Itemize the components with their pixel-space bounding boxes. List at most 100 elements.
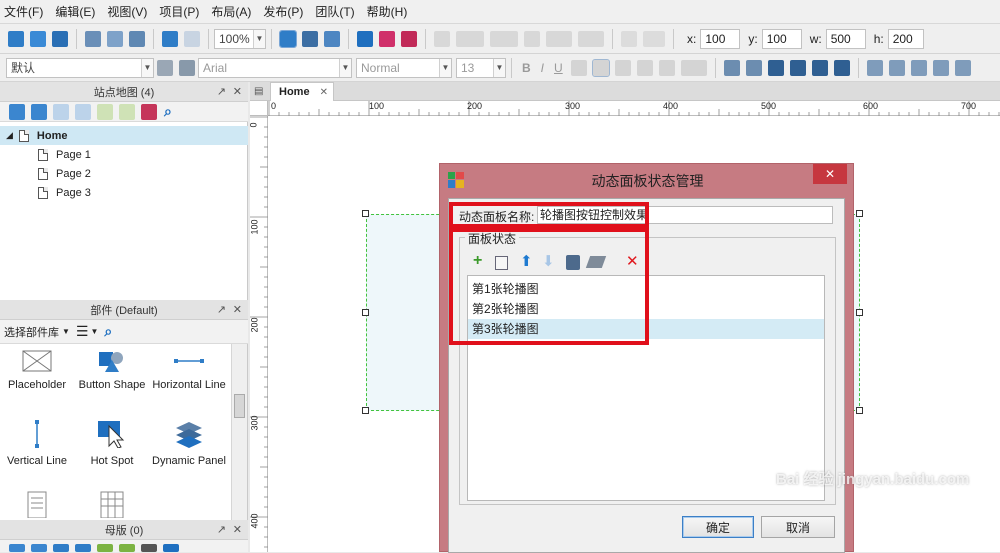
paste-icon[interactable] [129,30,145,47]
align-left-icon[interactable] [570,59,587,76]
align-middle-icon[interactable] [643,30,665,47]
outdent-icon[interactable] [119,103,135,120]
line-pattern-icon[interactable] [490,30,518,47]
align-top-icon[interactable] [621,30,637,47]
resize-handle[interactable] [362,210,369,217]
search-icon[interactable]: ⌕ [164,103,172,120]
scrollbar-thumb[interactable] [234,394,245,418]
contained-select-icon[interactable] [302,30,318,47]
shadow-icon[interactable] [578,30,604,47]
menu-view[interactable]: 视图(V) [107,3,147,20]
open-file-icon[interactable] [30,30,46,47]
bring-forward-icon[interactable] [789,59,806,76]
search-icon[interactable] [163,544,179,552]
widget-more-1[interactable] [0,490,74,521]
group-icon[interactable] [723,59,740,76]
width-input[interactable]: 500 [825,28,866,49]
pin-icon[interactable]: ↗ [217,85,226,98]
page-list-icon[interactable]: ▤ [254,86,263,97]
connector-icon[interactable] [324,30,340,47]
italic-icon[interactable]: I [541,61,544,75]
share-icon[interactable] [379,30,395,47]
pin-icon[interactable]: ↗ [217,523,226,536]
format-painter-icon[interactable] [157,59,173,76]
align-objects-right-icon[interactable] [910,59,927,76]
publish-icon[interactable] [401,30,417,47]
add-folder-icon[interactable] [31,103,47,120]
widget-scrollbar[interactable] [231,344,247,520]
widget-hot-spot[interactable]: Hot Spot [75,420,149,467]
align-center-icon[interactable] [591,58,610,77]
zoom-select[interactable]: 100% ▼ [214,28,266,49]
distribute-icon[interactable] [954,59,971,76]
resize-handle[interactable] [856,210,863,217]
resize-handle[interactable] [362,309,369,316]
widget-dynamic-panel[interactable]: Dynamic Panel [152,420,226,467]
menu-help[interactable]: 帮助(H) [367,3,408,20]
cancel-button[interactable]: 取消 [761,516,835,538]
ungroup-icon[interactable] [745,59,762,76]
ok-button[interactable]: 确定 [682,516,754,538]
sitemap-item-page-1[interactable]: Page 1 [38,145,91,164]
align-right-icon[interactable] [614,59,631,76]
save-icon[interactable] [52,30,68,47]
height-input[interactable]: 200 [887,28,924,49]
fill-color-icon[interactable] [434,30,450,47]
menu-icon[interactable]: ☰ [76,323,89,340]
style-manager-icon[interactable] [179,59,195,76]
select-pointer-icon[interactable] [279,29,297,48]
cut-icon[interactable] [85,30,101,47]
font-weight-select[interactable]: Normal ▼ [356,57,452,78]
paint-bucket-icon[interactable] [546,30,572,47]
move-up-icon[interactable] [53,544,69,552]
resize-handle[interactable] [856,407,863,414]
font-color-icon[interactable] [680,59,707,76]
strikethrough-icon[interactable] [636,59,653,76]
tab-home[interactable]: Home ✕ [270,82,334,101]
menu-layout[interactable]: 布局(A) [211,3,251,20]
align-objects-top-icon[interactable] [932,59,949,76]
resize-handle[interactable] [362,407,369,414]
align-objects-left-icon[interactable] [866,59,883,76]
align-objects-center-icon[interactable] [888,59,905,76]
copy-icon[interactable] [107,30,123,47]
font-size-select[interactable]: 13 ▼ [456,57,506,78]
font-select[interactable]: Arial ▼ [198,57,352,78]
dialog-close-button[interactable]: ✕ [813,164,847,184]
bring-front-icon[interactable] [767,59,784,76]
x-coordinate-input[interactable]: 100 [700,28,741,49]
widget-button-shape[interactable]: Button Shape [75,350,149,391]
undo-icon[interactable] [162,30,178,47]
add-master-icon[interactable] [9,544,25,552]
menu-publish[interactable]: 发布(P) [263,3,303,20]
close-icon[interactable]: ✕ [233,85,242,98]
delete-page-icon[interactable] [141,103,157,120]
line-style-icon[interactable] [456,30,484,47]
pin-icon[interactable]: ↗ [217,303,226,316]
style-select[interactable]: 默认 ▼ [6,57,154,78]
redo-icon[interactable] [184,30,200,47]
bold-icon[interactable]: B [522,61,531,75]
close-icon[interactable]: ✕ [233,303,242,316]
close-icon[interactable]: ✕ [233,523,242,536]
sitemap-item-page-3[interactable]: Page 3 [38,183,91,202]
add-page-icon[interactable] [9,103,25,120]
widget-more-2[interactable] [75,490,149,521]
move-up-icon[interactable] [53,103,69,120]
indent-icon[interactable] [97,103,113,120]
widget-horizontal-line[interactable]: Horizontal Line [152,350,226,391]
move-down-icon[interactable] [75,544,91,552]
arrow-style-icon[interactable] [524,30,540,47]
close-icon[interactable]: ✕ [320,87,328,98]
delete-master-icon[interactable] [141,544,157,552]
move-down-icon[interactable] [75,103,91,120]
link-icon[interactable] [658,59,675,76]
sitemap-item-page-2[interactable]: Page 2 [38,164,91,183]
indent-icon[interactable] [97,544,113,552]
preview-icon[interactable] [357,30,373,47]
menu-project[interactable]: 项目(P) [159,3,199,20]
menu-edit[interactable]: 编辑(E) [55,3,95,20]
widget-library-select[interactable]: 选择部件库 [4,324,59,340]
underline-icon[interactable]: U [554,61,563,75]
send-back-icon[interactable] [833,59,850,76]
